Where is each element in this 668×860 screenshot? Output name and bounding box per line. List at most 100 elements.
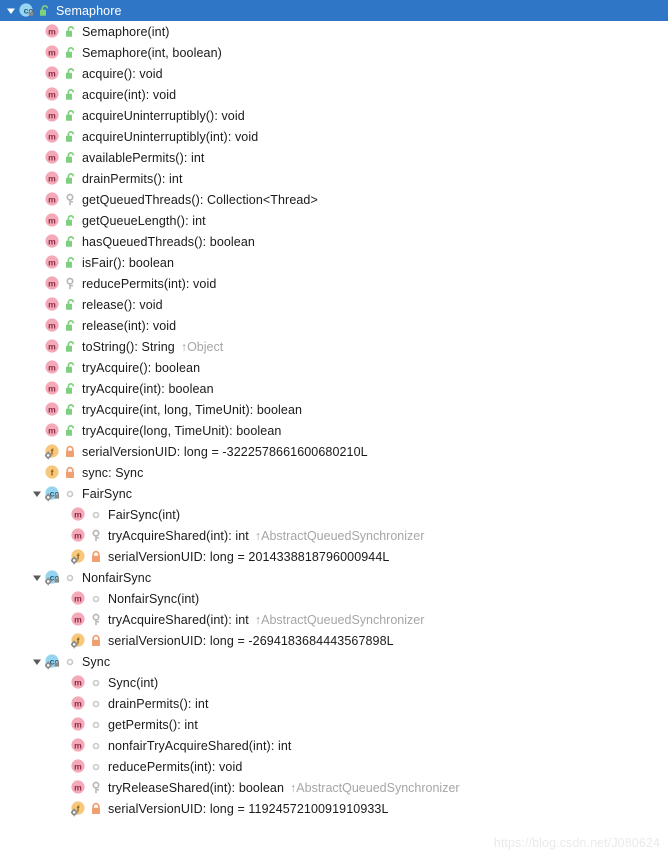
tree-row[interactable]: m acquire(): void — [0, 63, 668, 84]
tree-row[interactable]: m drainPermits(): int — [0, 168, 668, 189]
svg-text:m: m — [74, 593, 82, 603]
tree-row[interactable]: m release(): void — [0, 294, 668, 315]
dot-package-private-icon — [88, 735, 104, 756]
tree-row-label: acquire(int): void — [82, 87, 177, 102]
key-protected-icon — [88, 777, 104, 798]
method-badge-icon: m — [44, 147, 62, 168]
tree-row[interactable]: m getPermits(): int — [0, 714, 668, 735]
tree-row-label: isFair(): boolean — [82, 255, 175, 270]
svg-text:m: m — [74, 677, 82, 687]
tree-row[interactable]: m availablePermits(): int — [0, 147, 668, 168]
triangle-down-icon[interactable] — [30, 483, 44, 504]
lock-private-icon — [88, 546, 104, 567]
dot-package-private-icon — [88, 756, 104, 777]
tree-row[interactable]: f serialVersionUID: long = -3222578661600… — [0, 441, 668, 462]
class-static-private-badge-icon: c — [44, 567, 62, 588]
method-badge-icon: m — [44, 315, 62, 336]
tree-row[interactable]: m release(int): void — [0, 315, 668, 336]
tree-row[interactable]: m reducePermits(int): void — [0, 756, 668, 777]
dot-package-private-icon — [88, 588, 104, 609]
tree-row-label: serialVersionUID: long = 119245721009191… — [108, 801, 389, 816]
tree-row[interactable]: f serialVersionUID: long = 20143388187960… — [0, 546, 668, 567]
lock-public-icon — [62, 21, 78, 42]
structure-tree[interactable]: c Semaphore m Semaphore(int) m Semaphore(int,… — [0, 0, 668, 819]
tree-row[interactable]: m tryAcquire(int, long, TimeUnit): boolea… — [0, 399, 668, 420]
tree-row[interactable]: m tryAcquire(long, TimeUnit): boolean — [0, 420, 668, 441]
tree-row-label: FairSync(int) — [108, 507, 181, 522]
tree-row[interactable]: m acquireUninterruptibly(): void — [0, 105, 668, 126]
tree-row-label: acquireUninterruptibly(int): void — [82, 129, 259, 144]
tree-row[interactable]: m Semaphore(int, boolean) — [0, 42, 668, 63]
triangle-down-icon[interactable] — [30, 651, 44, 672]
lock-public-icon — [62, 210, 78, 231]
tree-row[interactable]: f serialVersionUID: long = 11924572100919… — [0, 798, 668, 819]
tree-row[interactable]: c Semaphore — [0, 0, 668, 21]
lock-public-icon — [62, 84, 78, 105]
svg-text:m: m — [48, 194, 56, 204]
tree-row[interactable]: m tryAcquire(): boolean — [0, 357, 668, 378]
tree-row[interactable]: m acquireUninterruptibly(int): void — [0, 126, 668, 147]
tree-row-label: tryAcquire(long, TimeUnit): boolean — [82, 423, 282, 438]
svg-text:m: m — [74, 782, 82, 792]
method-badge-icon: m — [44, 105, 62, 126]
svg-text:m: m — [48, 152, 56, 162]
lock-public-icon — [62, 336, 78, 357]
method-badge-icon: m — [44, 273, 62, 294]
tree-row[interactable]: m hasQueuedThreads(): boolean — [0, 231, 668, 252]
tree-row[interactable]: m tryAcquireShared(int): int ↑AbstractQueu… — [0, 525, 668, 546]
tree-row-label: availablePermits(): int — [82, 150, 205, 165]
method-badge-icon: m — [44, 126, 62, 147]
lock-public-icon — [62, 42, 78, 63]
tree-row-label: Sync(int) — [108, 675, 159, 690]
tree-row[interactable]: c Sync — [0, 651, 668, 672]
tree-row[interactable]: c NonfairSync — [0, 567, 668, 588]
tree-row[interactable]: m tryAcquire(int): boolean — [0, 378, 668, 399]
tree-row[interactable]: m tryAcquireShared(int): int ↑AbstractQueu… — [0, 609, 668, 630]
method-final-badge-icon: m — [70, 777, 88, 798]
triangle-down-icon[interactable] — [4, 0, 18, 21]
tree-row[interactable]: c FairSync — [0, 483, 668, 504]
tree-row[interactable]: m isFair(): boolean — [0, 252, 668, 273]
tree-row-label: acquire(): void — [82, 66, 163, 81]
tree-row[interactable]: m drainPermits(): int — [0, 693, 668, 714]
class-static-private-badge-icon: c — [44, 651, 62, 672]
field-static-badge-icon: f — [44, 441, 62, 462]
method-badge-icon: m — [44, 294, 62, 315]
tree-row[interactable]: m Sync(int) — [0, 672, 668, 693]
tree-row[interactable]: m tryReleaseShared(int): boolean ↑Abstract… — [0, 777, 668, 798]
tree-row[interactable]: m acquire(int): void — [0, 84, 668, 105]
tree-row[interactable]: f sync: Sync — [0, 462, 668, 483]
lock-private-icon — [62, 462, 78, 483]
class-badge-icon: c — [18, 0, 36, 21]
overridden-from-label: ↑AbstractQueuedSynchronizer — [254, 612, 425, 627]
tree-row[interactable]: m reducePermits(int): void — [0, 273, 668, 294]
method-badge-icon: m — [70, 609, 88, 630]
overridden-from-label: ↑AbstractQueuedSynchronizer — [254, 528, 425, 543]
lock-public-icon — [62, 399, 78, 420]
svg-text:m: m — [48, 362, 56, 372]
method-badge-icon: m — [44, 21, 62, 42]
key-protected-icon — [62, 189, 78, 210]
method-badge-icon: m — [44, 42, 62, 63]
tree-row[interactable]: m FairSync(int) — [0, 504, 668, 525]
triangle-down-icon[interactable] — [30, 567, 44, 588]
tree-row-label: drainPermits(): int — [108, 696, 209, 711]
tree-row[interactable]: m getQueueLength(): int — [0, 210, 668, 231]
tree-row-label: reducePermits(int): void — [108, 759, 243, 774]
method-final-badge-icon: m — [70, 693, 88, 714]
tree-row-label: release(int): void — [82, 318, 177, 333]
tree-row[interactable]: m getQueuedThreads(): Collection<Thread> — [0, 189, 668, 210]
svg-text:m: m — [48, 89, 56, 99]
svg-text:m: m — [48, 110, 56, 120]
lock-public-icon — [36, 0, 52, 21]
tree-row[interactable]: f serialVersionUID: long = -2694183684443… — [0, 630, 668, 651]
overridden-from-label: ↑AbstractQueuedSynchronizer — [290, 780, 460, 795]
tree-row[interactable]: m toString(): String ↑Object — [0, 336, 668, 357]
dot-package-private-icon — [62, 567, 78, 588]
tree-row[interactable]: m nonfairTryAcquireShared(int): int — [0, 735, 668, 756]
lock-private-icon — [88, 798, 104, 819]
tree-row[interactable]: m Semaphore(int) — [0, 21, 668, 42]
tree-row[interactable]: m NonfairSync(int) — [0, 588, 668, 609]
key-protected-icon — [88, 609, 104, 630]
lock-public-icon — [62, 420, 78, 441]
